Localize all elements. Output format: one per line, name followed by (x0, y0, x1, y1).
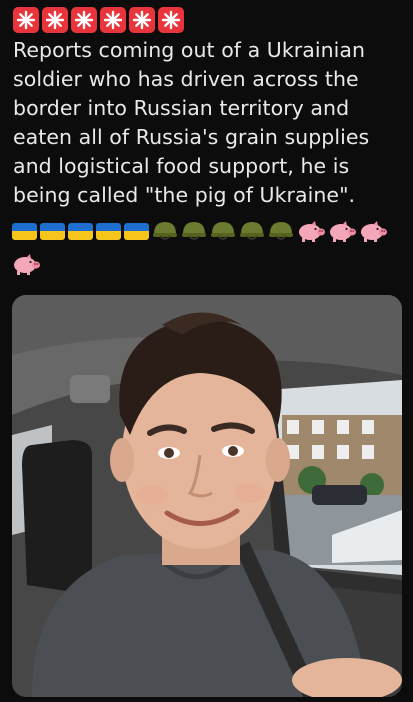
siren-emoji-row (13, 7, 184, 33)
military-helmet-icon (240, 222, 264, 240)
siren-icon (129, 7, 155, 33)
ukraine-flag-icon (124, 222, 149, 240)
selfie-photo-illustration (12, 295, 402, 697)
siren-icon (158, 7, 184, 33)
attached-photo[interactable] (12, 295, 402, 697)
tweet-text-line: Reports coming out of a Ukrainian (13, 38, 366, 62)
ukraine-flag-icon (96, 222, 121, 240)
pig-icon (330, 221, 356, 242)
tweet: Reports coming out of a Ukrainian soldie… (0, 0, 413, 702)
tweet-text-line: soldier who has driven across the (13, 67, 359, 91)
military-helmet-icon (269, 222, 293, 240)
ukraine-flag-icon (68, 222, 93, 240)
pig-icon (14, 254, 40, 275)
siren-icon (100, 7, 126, 33)
tweet-text: Reports coming out of a Ukrainian soldie… (13, 36, 405, 210)
tweet-text-line: border into Russian territory and (13, 96, 350, 120)
emoji-row-2 (12, 253, 40, 275)
pig-icon (299, 221, 325, 242)
siren-icon (42, 7, 68, 33)
tweet-text-line: eaten all of Russia's grain supplies (13, 125, 370, 149)
tweet-text-line: and logistical food support, he is (13, 154, 350, 178)
ukraine-flag-icon (12, 222, 37, 240)
tweet-text-line: being called "the pig of Ukraine". (13, 183, 356, 207)
military-helmet-icon (211, 222, 235, 240)
emoji-row (12, 219, 387, 243)
ukraine-flag-icon (40, 222, 65, 240)
siren-icon (13, 7, 39, 33)
siren-icon (71, 7, 97, 33)
military-helmet-icon (153, 222, 177, 240)
pig-icon (361, 221, 387, 242)
military-helmet-icon (182, 222, 206, 240)
